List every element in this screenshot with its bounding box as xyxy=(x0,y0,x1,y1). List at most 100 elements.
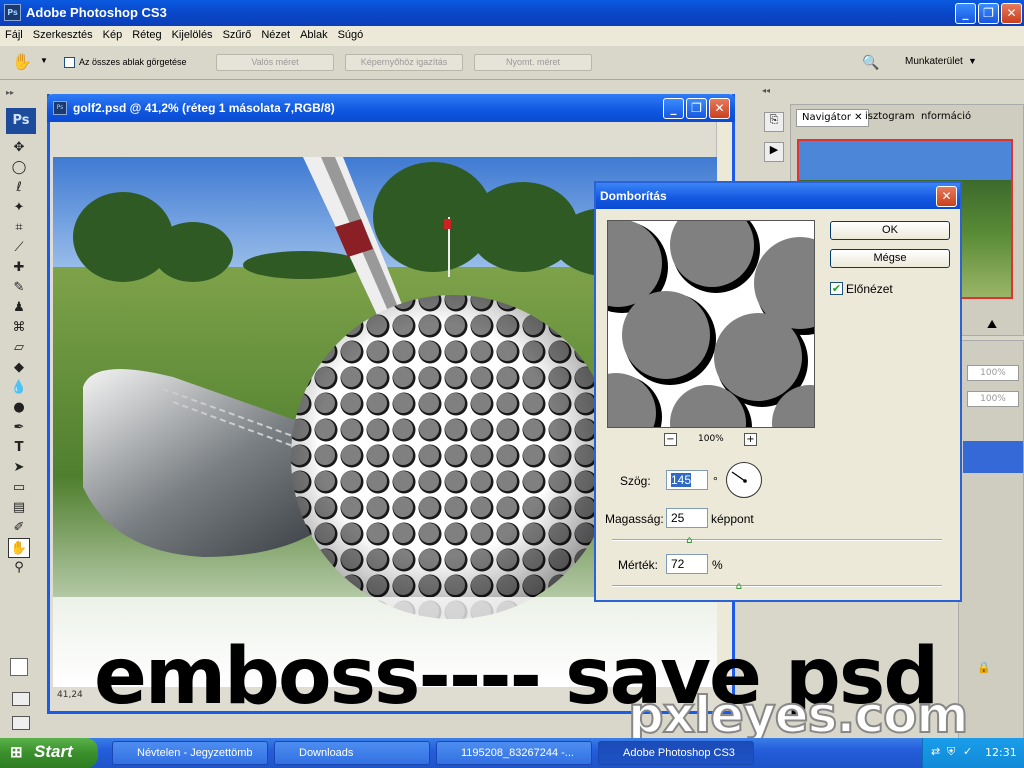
tab-navigator[interactable]: Navigátor ✕ xyxy=(796,109,869,127)
amount-unit: % xyxy=(712,558,723,572)
tool-preset-dropdown-icon[interactable]: ▼ xyxy=(40,56,48,65)
history-panel-icon[interactable]: ⎘ xyxy=(764,112,784,132)
photoshop-app-icon: Ps xyxy=(4,4,21,21)
watermark-text: pxleyes.com xyxy=(627,685,969,745)
doc-minimize-button[interactable]: _ xyxy=(663,98,684,119)
windows-logo-icon: ⊞ xyxy=(10,744,23,761)
height-label: Magasság: xyxy=(605,512,664,526)
tool-stack: ✥ ◯ ℓ ✦ ⌗ ⟋ ✚ ✎ ♟ ⌘ ▱ ◆ 💧 ● ✒ T ➤ ▭ ▤ ✐ … xyxy=(8,138,30,578)
actual-pixels-button[interactable]: Valós méret xyxy=(216,54,334,71)
quick-mask-icon[interactable] xyxy=(12,692,30,706)
start-button[interactable]: ⊞ Start xyxy=(0,738,98,768)
preview-zoom-label: 100% xyxy=(698,434,724,444)
bridge-icon[interactable]: 🔍 xyxy=(862,54,879,71)
zoom-in-mountain-icon[interactable]: ⛰ xyxy=(987,317,997,332)
tab-info[interactable]: nformáció xyxy=(921,111,971,122)
preview-checkbox[interactable]: ✔ xyxy=(830,282,843,295)
palette-collapse-icon[interactable]: ▸▸ xyxy=(6,88,14,97)
cancel-button[interactable]: Mégse xyxy=(830,249,950,268)
angle-dial[interactable] xyxy=(726,462,762,498)
menu-view[interactable]: Nézet xyxy=(256,26,295,41)
tray-check-icon[interactable]: ✓ xyxy=(963,745,972,758)
menu-window[interactable]: Ablak xyxy=(295,26,333,41)
amount-slider-thumb[interactable]: ⌂ xyxy=(736,581,742,592)
opacity-field[interactable]: 100% xyxy=(967,365,1019,381)
scroll-all-checkbox[interactable] xyxy=(64,57,75,68)
workspace-menu[interactable]: Munkaterület xyxy=(905,56,963,67)
menu-select[interactable]: Kijelölés xyxy=(167,26,218,41)
task-image[interactable]: 1195208_83267244 -... xyxy=(436,741,592,765)
screen-mode-icon[interactable] xyxy=(12,716,30,730)
layer-lock-icon[interactable]: 🔒 xyxy=(977,661,991,674)
menu-file[interactable]: Fájl xyxy=(0,26,28,41)
notes-tool-icon[interactable]: ▤ xyxy=(8,498,30,518)
workspace-dropdown-icon[interactable]: ▼ xyxy=(968,56,977,66)
fill-field[interactable]: 100% xyxy=(967,391,1019,407)
height-input[interactable]: 25 xyxy=(666,508,708,528)
close-button[interactable]: ✕ xyxy=(1001,3,1022,24)
menu-help[interactable]: Súgó xyxy=(333,26,369,41)
minimize-button[interactable]: _ xyxy=(955,3,976,24)
task-downloads[interactable]: Downloads xyxy=(274,741,430,765)
pen-tool-icon[interactable]: ✒ xyxy=(8,418,30,438)
type-tool-icon[interactable]: T xyxy=(8,438,30,458)
task-photoshop[interactable]: Adobe Photoshop CS3 xyxy=(598,741,754,765)
actions-panel-icon[interactable]: ▶ xyxy=(764,142,784,162)
crop-tool-icon[interactable]: ⌗ xyxy=(8,218,30,238)
marquee-tool-icon[interactable]: ◯ xyxy=(8,158,30,178)
hand-tool-icon[interactable]: ✋ xyxy=(12,52,32,72)
dialog-close-button[interactable]: ✕ xyxy=(936,186,957,207)
dodge-tool-icon[interactable]: ● xyxy=(8,398,30,418)
foreground-color-swatch[interactable] xyxy=(10,658,28,676)
fit-screen-button[interactable]: Képernyőhöz igazítás xyxy=(345,54,463,71)
eraser-tool-icon[interactable]: ▱ xyxy=(8,338,30,358)
preview-zoom-out-button[interactable]: − xyxy=(664,433,677,446)
doc-close-button[interactable]: ✕ xyxy=(709,98,730,119)
tray-clock[interactable]: 12:31 xyxy=(985,746,1017,759)
shape-tool-icon[interactable]: ▭ xyxy=(8,478,30,498)
height-slider-track[interactable] xyxy=(612,539,942,541)
eyedropper-tool-icon[interactable]: ✐ xyxy=(8,518,30,538)
preview-zoom-in-button[interactable]: + xyxy=(744,433,757,446)
doc-zoom-status[interactable]: 41,24 xyxy=(57,690,83,700)
amount-input[interactable]: 72 xyxy=(666,554,708,574)
print-size-button[interactable]: Nyomt. méret xyxy=(474,54,592,71)
dialog-title-bar: Domborítás ✕ xyxy=(596,183,960,209)
angle-input[interactable]: 145 xyxy=(666,470,708,490)
doc-maximize-button[interactable]: ❐ xyxy=(686,98,707,119)
menu-filter[interactable]: Szűrő xyxy=(218,26,257,41)
tray-security-icon[interactable]: ⛨ xyxy=(947,745,955,759)
menu-edit[interactable]: Szerkesztés xyxy=(28,26,98,41)
task-image-label: 1195208_83267244 -... xyxy=(461,747,574,759)
layers-panel-strip: 100% 100% 🔒 xyxy=(958,340,1024,760)
task-notepad[interactable]: Névtelen - Jegyzettömb xyxy=(112,741,268,765)
tab-close-icon[interactable]: ✕ xyxy=(854,112,862,123)
history-brush-icon[interactable]: ⌘ xyxy=(8,318,30,338)
menu-image[interactable]: Kép xyxy=(98,26,128,41)
document-title: golf2.psd @ 41,2% (réteg 1 másolata 7,RG… xyxy=(73,101,335,115)
blur-tool-icon[interactable]: 💧 xyxy=(8,378,30,398)
zoom-tool-icon[interactable]: ⚲ xyxy=(8,558,30,578)
height-slider-thumb[interactable]: ⌂ xyxy=(686,535,692,546)
lasso-tool-icon[interactable]: ℓ xyxy=(8,178,30,198)
paint-bucket-icon[interactable]: ◆ xyxy=(8,358,30,378)
tray-network-icon[interactable]: ⇄ xyxy=(931,745,940,758)
magic-wand-tool-icon[interactable]: ✦ xyxy=(8,198,30,218)
document-title-bar: Ps golf2.psd @ 41,2% (réteg 1 másolata 7… xyxy=(47,94,735,122)
selected-layer-row[interactable] xyxy=(963,441,1023,473)
hand-tool-active-icon[interactable]: ✋ xyxy=(8,538,30,558)
stamp-tool-icon[interactable]: ♟ xyxy=(8,298,30,318)
emboss-preview[interactable] xyxy=(607,220,815,428)
slice-tool-icon[interactable]: ⟋ xyxy=(8,238,30,258)
tab-histogram[interactable]: isztogram xyxy=(865,111,915,122)
move-tool-icon[interactable]: ✥ xyxy=(8,138,30,158)
menu-layer[interactable]: Réteg xyxy=(127,26,166,41)
maximize-button[interactable]: ❐ xyxy=(978,3,999,24)
ok-button[interactable]: OK xyxy=(830,221,950,240)
window-title: Adobe Photoshop CS3 xyxy=(26,5,167,20)
brush-tool-icon[interactable]: ✎ xyxy=(8,278,30,298)
healing-tool-icon[interactable]: ✚ xyxy=(8,258,30,278)
dock-collapse-icon[interactable]: ◂◂ xyxy=(762,86,770,95)
amount-slider-track[interactable] xyxy=(612,585,942,587)
path-select-icon[interactable]: ➤ xyxy=(8,458,30,478)
